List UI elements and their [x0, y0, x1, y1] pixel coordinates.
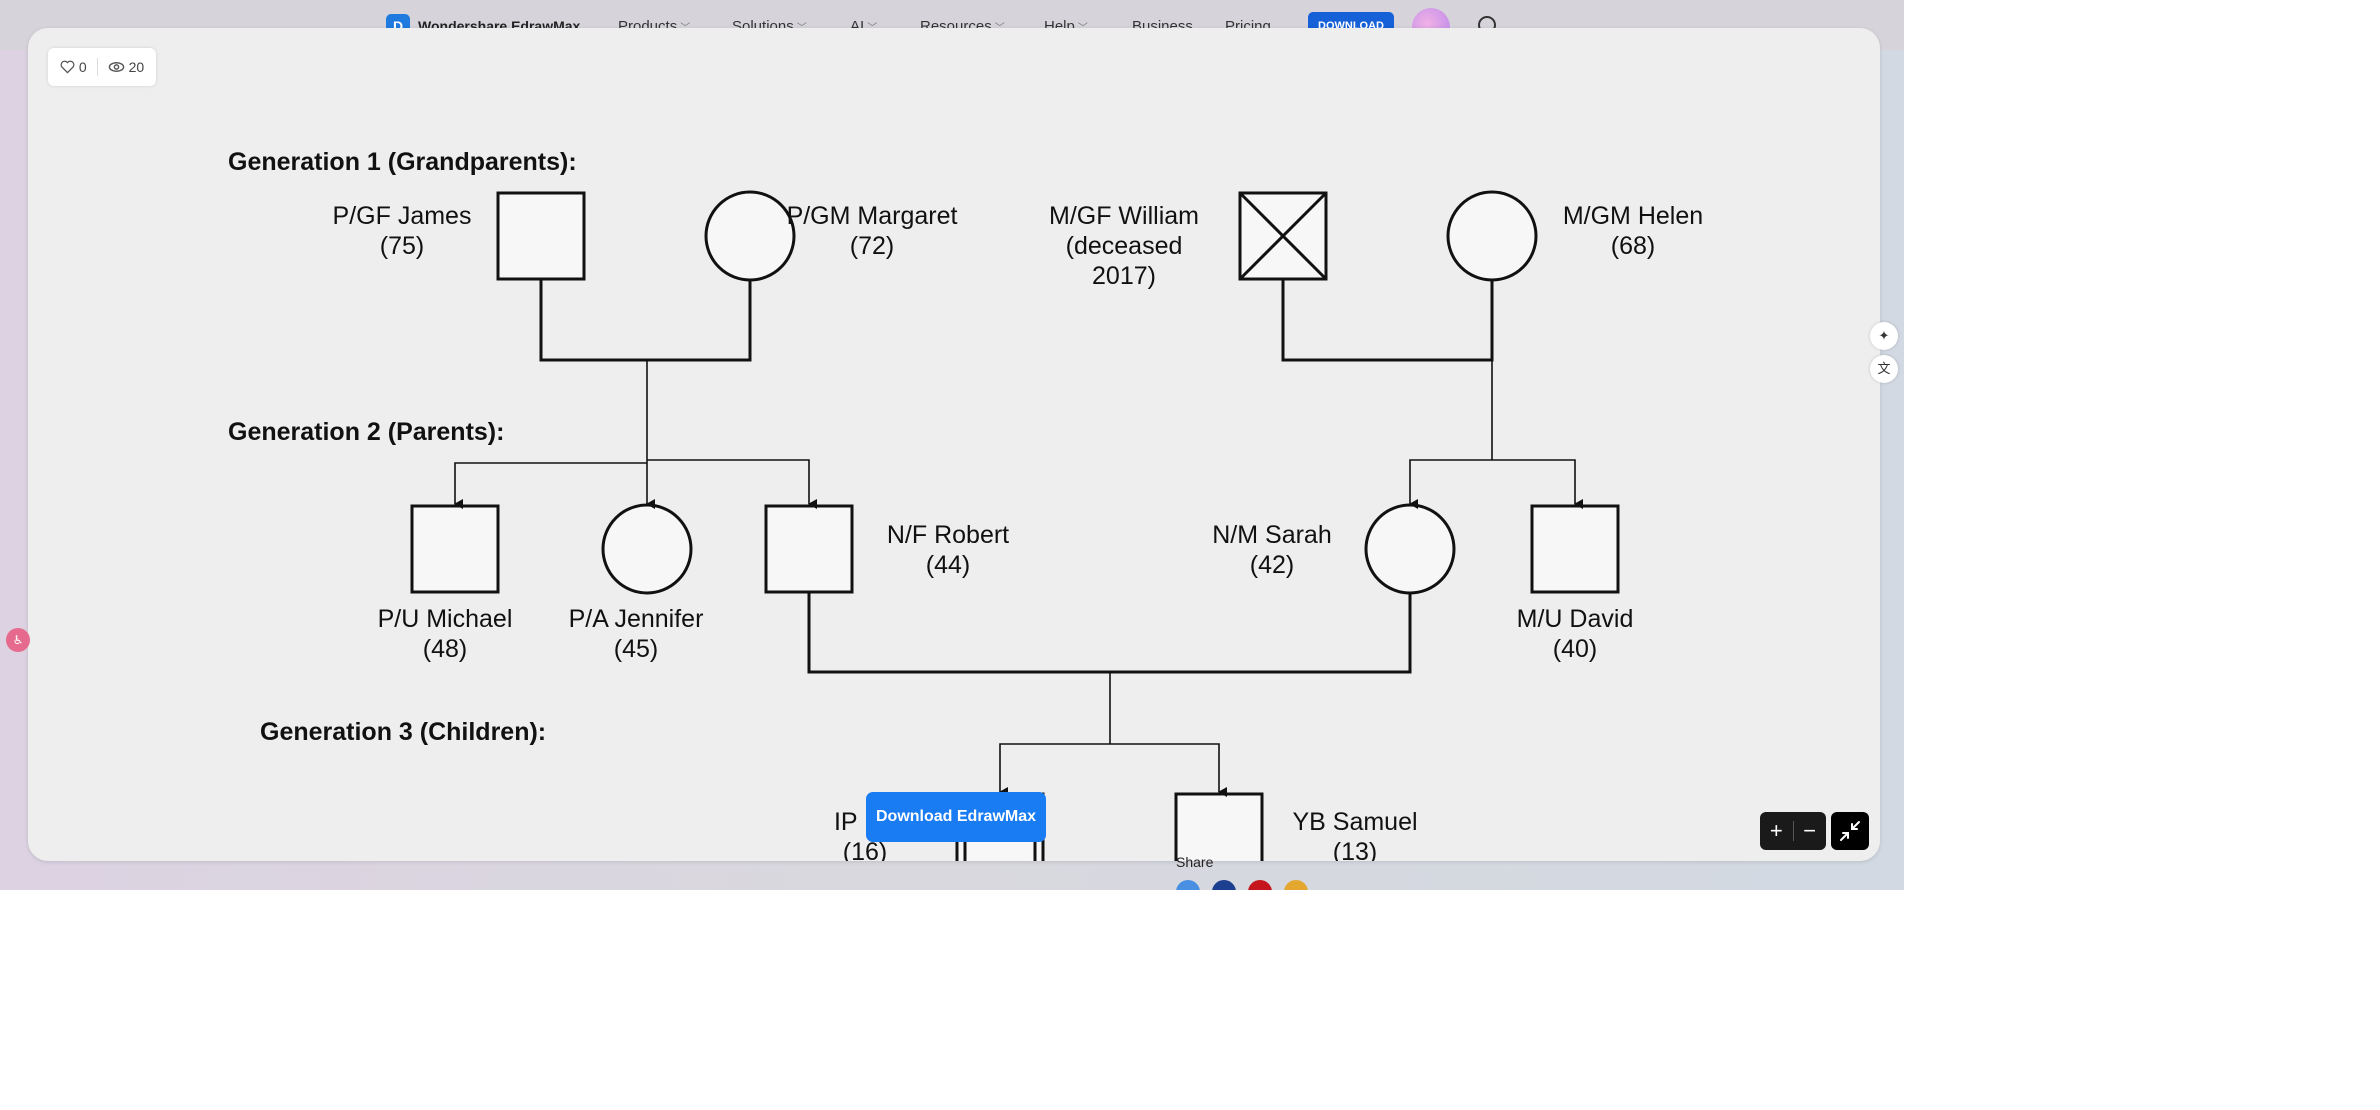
label-line: (44) [926, 551, 970, 579]
descent-line-nf [647, 459, 817, 509]
label-mu: M/U David (40) [1517, 605, 1634, 663]
mu-male-symbol [1530, 504, 1620, 594]
label-line: (42) [1250, 551, 1294, 579]
label-line: (deceased [1066, 232, 1183, 260]
share-link-icon[interactable] [1176, 880, 1200, 890]
pinterest-icon[interactable] [1248, 880, 1272, 890]
descent-line-mu [1492, 459, 1583, 509]
label-line: YB Samuel [1292, 808, 1417, 836]
maternal-marriage-line [1281, 279, 1494, 362]
sparkle-icon: ✦ [1878, 328, 1890, 343]
diagram-viewer-card: 0 20 Generation 1 (Grandparents): Genera… [28, 28, 1880, 861]
label-line: (72) [850, 232, 894, 260]
label-line: P/GF James [333, 202, 472, 230]
ai-tool-button[interactable]: ✦ [1870, 322, 1898, 350]
translate-tool-button[interactable]: 文 [1870, 355, 1898, 383]
yb-male-symbol [1174, 792, 1264, 861]
label-line: M/U David [1517, 605, 1634, 633]
zoom-controls: + − [1760, 812, 1826, 850]
accessibility-icon: ♿ [12, 633, 24, 647]
label-line: N/M Sarah [1212, 521, 1331, 549]
email-icon[interactable] [1284, 880, 1308, 890]
download-edrawmax-button[interactable]: Download EdrawMax [866, 792, 1046, 842]
label-line: 2017) [1092, 262, 1156, 290]
genogram-diagram: Generation 1 (Grandparents): Generation … [228, 148, 1703, 861]
label-nf: N/F Robert (44) [887, 521, 1009, 579]
generation-2-heading: Generation 2 (Parents): [228, 418, 504, 446]
pgf-male-symbol [496, 191, 586, 281]
nf-male-symbol [764, 504, 854, 594]
paternal-marriage-line [539, 279, 752, 362]
label-line: P/GM Margaret [787, 202, 958, 230]
label-mgm: M/GM Helen (68) [1563, 202, 1703, 260]
generation-1-heading: Generation 1 (Grandparents): [228, 148, 577, 176]
label-pgf: P/GF James (75) [333, 202, 472, 260]
label-line: (13) [1333, 838, 1377, 861]
descent-line-yb [1110, 743, 1227, 797]
nm-female-symbol [1364, 503, 1456, 595]
translate-icon: 文 [1877, 361, 1891, 376]
accessibility-button[interactable]: ♿ [6, 628, 30, 652]
label-line: (48) [423, 635, 467, 663]
label-line: P/A Jennifer [569, 605, 704, 633]
fit-screen-button[interactable] [1831, 812, 1869, 850]
mgm-female-symbol [1446, 190, 1538, 282]
collapse-arrows-icon [1840, 821, 1860, 841]
label-nm: N/M Sarah (42) [1212, 521, 1331, 579]
browser-viewport: D Wondershare EdrawMax Products﹀ Solutio… [0, 0, 1904, 890]
label-pgm: P/GM Margaret (72) [787, 202, 958, 260]
label-line: M/GF William [1049, 202, 1199, 230]
label-line: (75) [380, 232, 424, 260]
zoom-in-button[interactable]: + [1760, 812, 1793, 850]
label-pu: P/U Michael (48) [378, 605, 513, 663]
label-line: (45) [614, 635, 658, 663]
pu-male-symbol [410, 504, 500, 594]
facebook-icon[interactable] [1212, 880, 1236, 890]
label-line: (68) [1611, 232, 1655, 260]
generation-3-heading: Generation 3 (Children): [260, 718, 546, 746]
zoom-out-button[interactable]: − [1793, 812, 1826, 850]
label-mgf: M/GF William (deceased 2017) [1049, 202, 1199, 290]
share-icons [1176, 880, 1308, 890]
label-line: N/F Robert [887, 521, 1009, 549]
pgm-female-symbol [704, 190, 796, 282]
nuclear-marriage-line [807, 592, 1412, 674]
descent-line-nm [1409, 459, 1492, 509]
label-line: M/GM Helen [1563, 202, 1703, 230]
descent-line-pu [454, 462, 647, 509]
pa-female-symbol [601, 503, 693, 595]
label-pa: P/A Jennifer (45) [569, 605, 704, 663]
label-yb: YB Samuel (13) [1292, 808, 1417, 861]
label-line: (40) [1553, 635, 1597, 663]
share-label: Share [1176, 854, 1214, 870]
label-line: P/U Michael [378, 605, 513, 633]
descent-line-ip [999, 743, 1110, 797]
